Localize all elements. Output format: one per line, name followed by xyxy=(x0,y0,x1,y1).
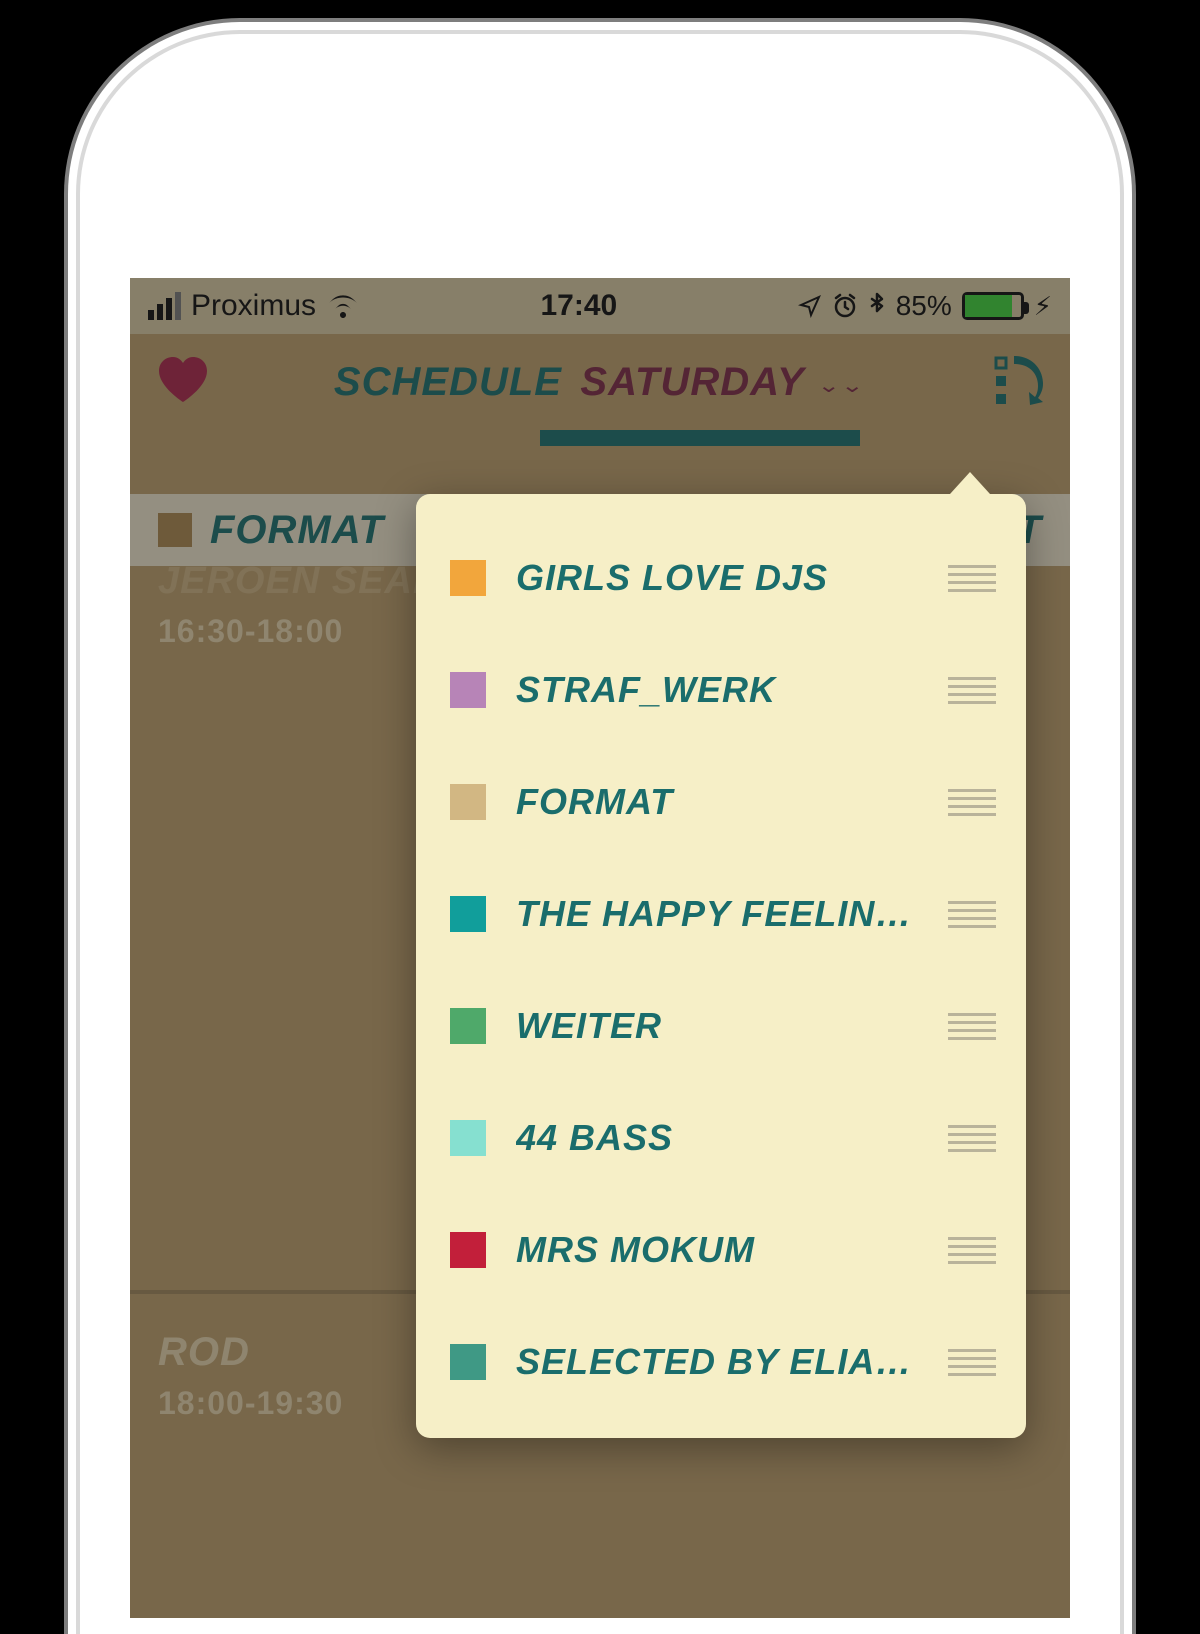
color-swatch xyxy=(450,896,486,932)
stage-name-label: GIRLS LOVE DJS xyxy=(516,557,918,599)
drag-handle-icon[interactable] xyxy=(948,1013,996,1040)
stage-name-label: WEITER xyxy=(516,1005,918,1047)
location-icon xyxy=(798,294,822,318)
header-title-schedule: SCHEDULE xyxy=(334,360,562,404)
stage-list-item[interactable]: STRAF_WERK xyxy=(416,634,1026,746)
stage-name-label: THE HAPPY FEELINGS xyxy=(516,893,918,935)
app-screen: Proximus 17:40 85% xyxy=(130,278,1070,1618)
bluetooth-icon xyxy=(868,292,886,320)
stage-list-item[interactable]: MRS MOKUM xyxy=(416,1194,1026,1306)
header-title[interactable]: SCHEDULE SATURDAY ⌄⌄ xyxy=(230,360,968,405)
color-swatch xyxy=(450,1120,486,1156)
wifi-icon xyxy=(326,293,360,319)
color-swatch xyxy=(450,672,486,708)
charging-icon: ⚡︎ xyxy=(1034,291,1052,322)
statusbar-time: 17:40 xyxy=(360,289,798,323)
stage-list-item[interactable]: WEITER xyxy=(416,970,1026,1082)
favorites-button[interactable] xyxy=(156,356,210,409)
drag-handle-icon[interactable] xyxy=(948,901,996,928)
signal-icon xyxy=(148,292,181,320)
drag-handle-icon[interactable] xyxy=(948,1237,996,1264)
chevron-down-icon: ⌄⌄ xyxy=(817,373,864,396)
color-swatch xyxy=(450,1008,486,1044)
battery-icon xyxy=(962,292,1024,320)
stage-list-item[interactable]: SELECTED BY ELIAS MAZ... xyxy=(416,1306,1026,1418)
stage-name-label: SELECTED BY ELIAS MAZ... xyxy=(516,1341,918,1383)
drag-handle-icon[interactable] xyxy=(948,789,996,816)
drag-handle-icon[interactable] xyxy=(948,1349,996,1376)
stage-list-popover: GIRLS LOVE DJS STRAF_WERK FORMAT THE HAP… xyxy=(416,494,1026,1438)
stage-column-label: FORMAT xyxy=(210,508,384,553)
drag-handle-icon[interactable] xyxy=(948,1125,996,1152)
color-swatch xyxy=(450,784,486,820)
stage-list-item[interactable]: 44 BASS xyxy=(416,1082,1026,1194)
app-header: SCHEDULE SATURDAY ⌄⌄ xyxy=(130,334,1070,430)
status-bar: Proximus 17:40 85% xyxy=(130,278,1070,334)
stage-list-item[interactable]: THE HAPPY FEELINGS xyxy=(416,858,1026,970)
header-title-day: SATURDAY xyxy=(580,360,804,404)
drag-handle-icon[interactable] xyxy=(948,565,996,592)
alarm-icon xyxy=(832,293,858,319)
stage-name-label: STRAF_WERK xyxy=(516,669,918,711)
stage-list-item[interactable]: FORMAT xyxy=(416,746,1026,858)
color-swatch xyxy=(450,1344,486,1380)
stage-reorder-button[interactable] xyxy=(988,352,1044,413)
color-swatch xyxy=(450,1232,486,1268)
color-swatch xyxy=(450,560,486,596)
battery-percentage: 85% xyxy=(896,290,952,322)
stage-name-label: MRS MOKUM xyxy=(516,1229,918,1271)
stage-color-swatch xyxy=(158,513,192,547)
carrier-label: Proximus xyxy=(191,289,316,323)
stage-list-item[interactable]: GIRLS LOVE DJS xyxy=(416,522,1026,634)
stage-name-label: 44 BASS xyxy=(516,1117,918,1159)
drag-handle-icon[interactable] xyxy=(948,677,996,704)
phone-frame: Proximus 17:40 85% xyxy=(80,34,1120,1634)
header-underline xyxy=(540,430,860,446)
stage-name-label: FORMAT xyxy=(516,781,918,823)
